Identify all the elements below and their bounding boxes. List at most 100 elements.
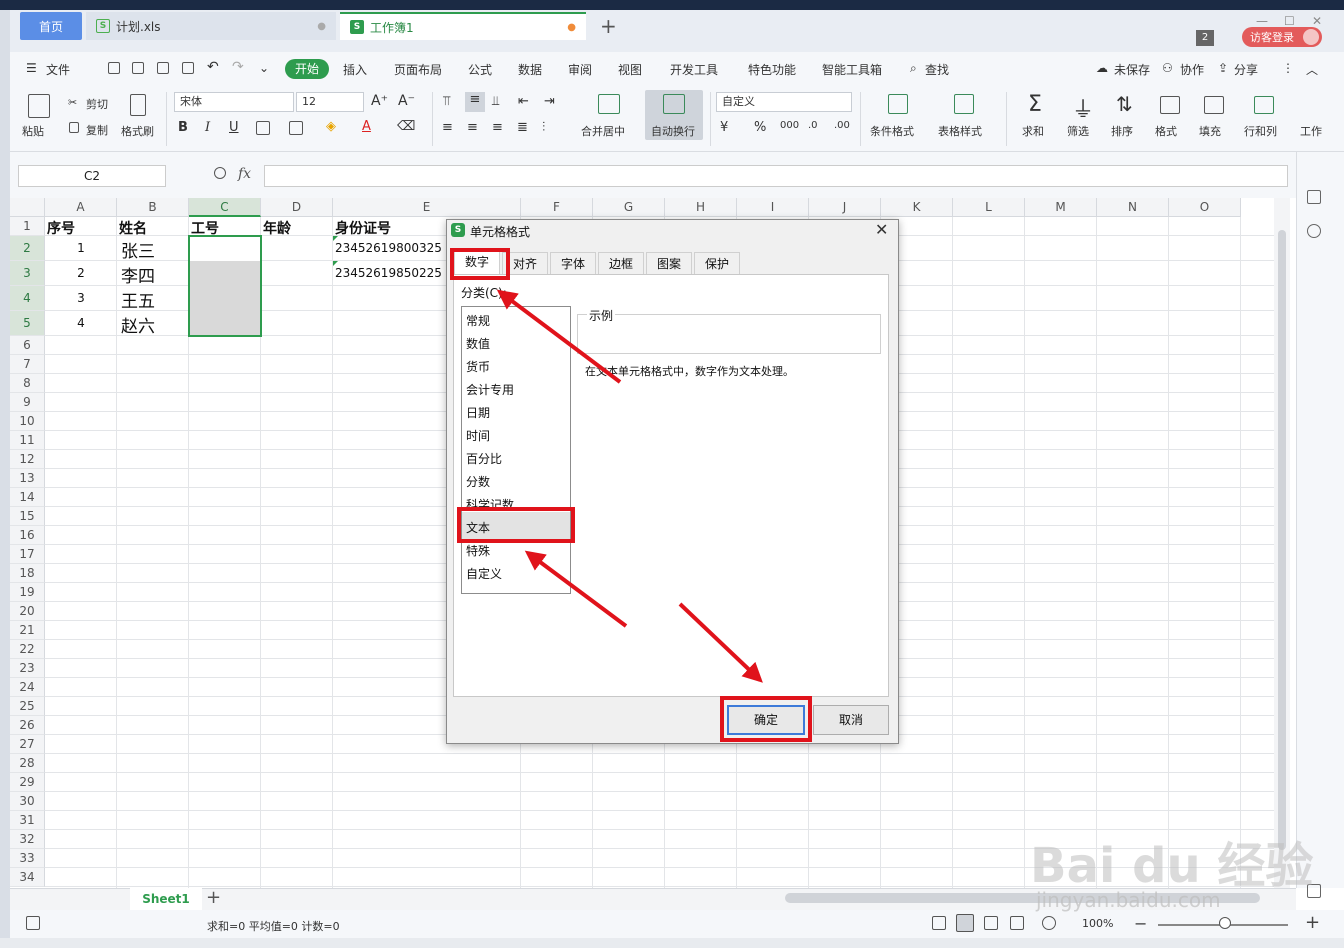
cell-name[interactable]: 王五: [121, 287, 187, 312]
row-header-5[interactable]: 5: [10, 311, 45, 336]
zoom-slider-handle[interactable]: [1219, 917, 1231, 929]
tab-font[interactable]: 字体: [550, 252, 596, 274]
row-header-34[interactable]: 34: [10, 868, 45, 887]
zoom-lookup-icon[interactable]: [214, 167, 226, 179]
sort-icon[interactable]: ⇅: [1116, 92, 1133, 116]
category-item[interactable]: 自定义: [466, 565, 502, 582]
row-header-15[interactable]: 15: [10, 507, 45, 526]
header-cell-col-c[interactable]: 工号: [191, 218, 259, 238]
font-family-select[interactable]: 宋体: [174, 92, 294, 112]
indent-increase-icon[interactable]: ⇥: [544, 94, 555, 109]
select-all-corner[interactable]: [10, 198, 45, 217]
cancel-button[interactable]: 取消: [813, 705, 889, 735]
menu-start[interactable]: 开始: [285, 59, 329, 79]
category-item[interactable]: 数值: [466, 335, 490, 352]
zoom-level[interactable]: 100%: [1082, 917, 1113, 930]
column-header-f[interactable]: F: [521, 198, 593, 217]
save-icon[interactable]: [108, 62, 120, 74]
header-cell-col-a[interactable]: 序号: [47, 218, 115, 238]
row-header-1[interactable]: 1: [10, 217, 45, 236]
column-header-i[interactable]: I: [737, 198, 809, 217]
format-button[interactable]: 格式: [1155, 123, 1177, 139]
row-header-16[interactable]: 16: [10, 526, 45, 545]
paste-button[interactable]: 粘贴: [22, 123, 44, 139]
underline-button[interactable]: U: [229, 120, 239, 135]
row-header-6[interactable]: 6: [10, 336, 45, 355]
align-right-icon[interactable]: ≡: [492, 120, 503, 135]
page-break-view-icon[interactable]: [984, 916, 998, 930]
cell-name[interactable]: 李四: [121, 262, 187, 287]
column-header-j[interactable]: J: [809, 198, 881, 217]
help-icon[interactable]: [1307, 224, 1321, 238]
cell-seq[interactable]: 2: [45, 266, 117, 280]
menu-view[interactable]: 视图: [618, 61, 642, 78]
sum-button[interactable]: 求和: [1022, 123, 1044, 139]
guest-login-button[interactable]: 访客登录: [1242, 27, 1322, 47]
menu-review[interactable]: 审阅: [568, 61, 592, 78]
format-painter-icon[interactable]: [130, 94, 146, 116]
table-style-icon[interactable]: [954, 94, 974, 114]
row-header-28[interactable]: 28: [10, 754, 45, 773]
row-header-18[interactable]: 18: [10, 564, 45, 583]
align-center-icon[interactable]: ≡: [467, 120, 478, 135]
scissors-icon[interactable]: ✂: [68, 96, 77, 109]
quick-access-dropdown-icon[interactable]: ⌄: [259, 61, 269, 75]
percent-icon[interactable]: %: [754, 120, 766, 135]
paste-icon[interactable]: [28, 94, 50, 118]
fx-icon[interactable]: fx: [238, 166, 251, 182]
row-header-30[interactable]: 30: [10, 792, 45, 811]
number-format-select[interactable]: 自定义: [716, 92, 852, 112]
dialog-close-icon[interactable]: ✕: [875, 220, 888, 239]
border-icon[interactable]: [256, 121, 270, 135]
formula-input[interactable]: [264, 165, 1288, 187]
fill-button[interactable]: 填充: [1199, 123, 1221, 139]
bold-button[interactable]: B: [178, 120, 188, 135]
increase-font-icon[interactable]: A⁺: [371, 93, 388, 109]
minimize-icon[interactable]: —: [1256, 14, 1268, 28]
justify-icon[interactable]: ≣: [517, 120, 528, 135]
sheet-tab-sheet1[interactable]: Sheet1: [130, 888, 202, 910]
merge-center-button[interactable]: 合并居中: [581, 123, 625, 139]
row-column-button[interactable]: 行和列: [1244, 123, 1277, 139]
tab-pattern[interactable]: 图案: [646, 252, 692, 274]
name-box[interactable]: C2: [18, 165, 166, 187]
indent-decrease-icon[interactable]: ⇤: [518, 94, 529, 109]
decrease-decimal-icon[interactable]: .00: [834, 120, 850, 131]
align-left-icon[interactable]: ≡: [442, 120, 453, 135]
menu-formula[interactable]: 公式: [468, 61, 492, 78]
cell-seq[interactable]: 3: [45, 291, 117, 305]
font-size-select[interactable]: 12: [296, 92, 364, 112]
window-count-badge[interactable]: 2: [1196, 30, 1214, 46]
row-header-19[interactable]: 19: [10, 583, 45, 602]
conditional-format-icon[interactable]: [888, 94, 908, 114]
row-header-25[interactable]: 25: [10, 697, 45, 716]
category-item[interactable]: 常规: [466, 312, 490, 329]
eraser-icon[interactable]: ⌫: [397, 119, 415, 134]
category-item[interactable]: 时间: [466, 427, 490, 444]
menu-file[interactable]: 文件: [46, 61, 70, 78]
row-header-10[interactable]: 10: [10, 412, 45, 431]
vertical-scroll-thumb[interactable]: [1278, 230, 1286, 850]
selected-range-c2-c5[interactable]: [188, 235, 262, 337]
column-header-c[interactable]: C: [189, 198, 261, 217]
sort-button[interactable]: 排序: [1111, 123, 1133, 139]
more-icon[interactable]: ⋮: [1282, 61, 1294, 75]
row-header-13[interactable]: 13: [10, 469, 45, 488]
category-item[interactable]: 百分比: [466, 450, 502, 467]
fullscreen-icon[interactable]: [932, 916, 946, 930]
worksheet-button[interactable]: 工作: [1300, 123, 1322, 139]
undo-icon[interactable]: ↶: [207, 59, 219, 75]
row-header-23[interactable]: 23: [10, 659, 45, 678]
collab-button[interactable]: 协作: [1180, 61, 1204, 78]
row-header-31[interactable]: 31: [10, 811, 45, 830]
row-header-29[interactable]: 29: [10, 773, 45, 792]
column-header-a[interactable]: A: [45, 198, 117, 217]
menu-smart-tools[interactable]: 智能工具箱: [822, 61, 882, 78]
column-header-l[interactable]: L: [953, 198, 1025, 217]
row-header-26[interactable]: 26: [10, 716, 45, 735]
pointer-icon[interactable]: [1307, 190, 1321, 204]
menu-insert[interactable]: 插入: [343, 61, 367, 78]
header-cell-col-b[interactable]: 姓名: [119, 218, 187, 238]
cell-shade-icon[interactable]: [289, 121, 303, 135]
align-middle-icon[interactable]: ≡: [465, 92, 485, 112]
